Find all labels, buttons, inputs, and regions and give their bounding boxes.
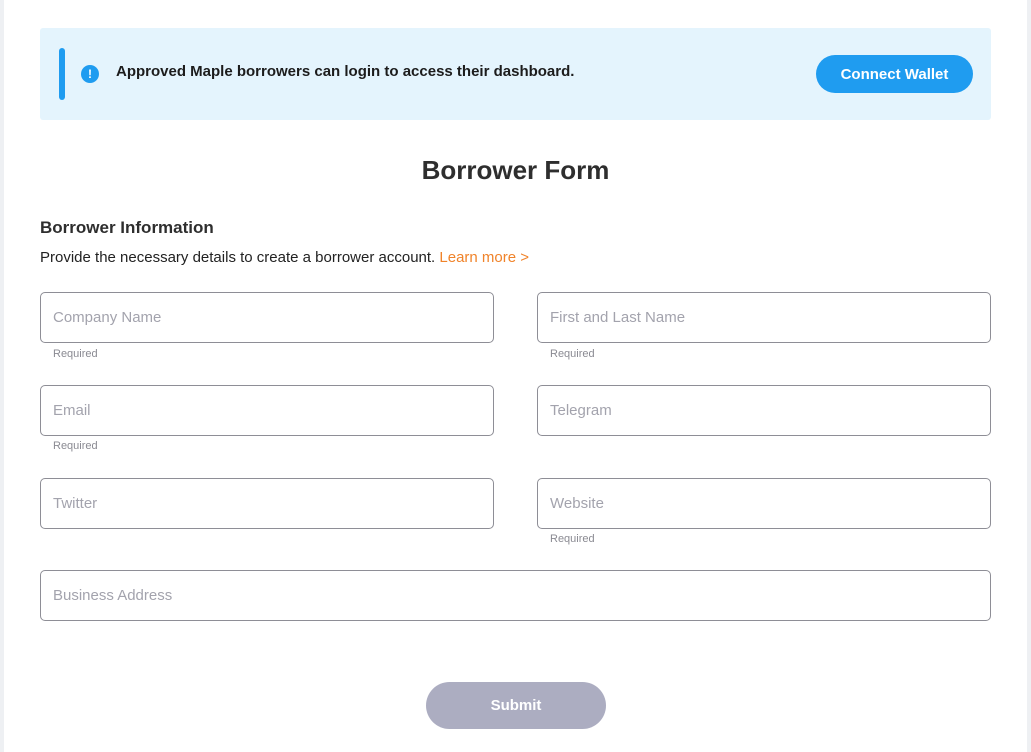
website-input[interactable] — [538, 479, 990, 528]
company-name-field[interactable] — [40, 292, 494, 343]
telegram-input[interactable] — [538, 386, 990, 435]
email-input[interactable] — [41, 386, 493, 435]
learn-more-link[interactable]: Learn more > — [439, 249, 529, 266]
section-description-text: Provide the necessary details to create … — [40, 249, 436, 266]
twitter-input[interactable] — [41, 479, 493, 528]
business-address-field[interactable] — [40, 570, 991, 621]
connect-wallet-button[interactable]: Connect Wallet — [816, 55, 973, 93]
company-name-helper: Required — [53, 348, 98, 360]
telegram-field[interactable] — [537, 385, 991, 436]
full-name-field[interactable] — [537, 292, 991, 343]
email-field[interactable] — [40, 385, 494, 436]
page: ! Approved Maple borrowers can login to … — [4, 0, 1027, 752]
business-address-input[interactable] — [41, 571, 990, 620]
banner-message: Approved Maple borrowers can login to ac… — [116, 63, 575, 80]
section-description: Provide the necessary details to create … — [40, 249, 529, 266]
section-heading: Borrower Information — [40, 218, 214, 237]
banner-accent-bar — [59, 48, 65, 100]
website-helper: Required — [550, 533, 595, 545]
submit-button[interactable]: Submit — [426, 682, 606, 729]
page-title: Borrower Form — [421, 155, 610, 185]
exclamation-circle-icon: ! — [81, 65, 99, 83]
info-banner: ! Approved Maple borrowers can login to … — [40, 28, 991, 120]
website-field[interactable] — [537, 478, 991, 529]
company-name-input[interactable] — [41, 293, 493, 342]
full-name-helper: Required — [550, 348, 595, 360]
twitter-field[interactable] — [40, 478, 494, 529]
full-name-input[interactable] — [538, 293, 990, 342]
email-helper: Required — [53, 440, 98, 452]
